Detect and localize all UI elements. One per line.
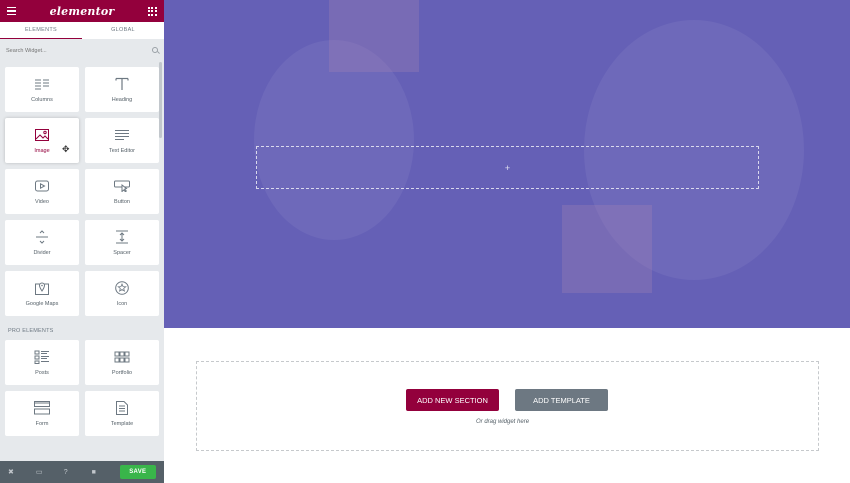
widget-image[interactable]: Image ✥ — [5, 118, 79, 163]
folder-icon[interactable]: ■ — [92, 469, 120, 476]
widget-spacer[interactable]: Spacer — [85, 220, 159, 265]
widget-google-maps[interactable]: Google Maps — [5, 271, 79, 316]
widget-label: Template — [110, 420, 134, 427]
widget-label: Spacer — [113, 249, 131, 256]
hero-section[interactable]: + — [164, 0, 850, 328]
widget-label: Portfolio — [111, 369, 133, 376]
divider-icon — [34, 229, 50, 244]
google-maps-icon — [34, 281, 50, 295]
widget-icon[interactable]: Icon — [85, 271, 159, 316]
plus-icon[interactable]: + — [505, 163, 510, 173]
image-icon — [34, 128, 50, 142]
tab-elements[interactable]: ELEMENTS — [0, 22, 82, 39]
widget-columns[interactable]: Columns — [5, 67, 79, 112]
widget-portfolio[interactable]: Portfolio — [85, 340, 159, 385]
widget-label: Posts — [35, 369, 49, 376]
help-icon[interactable]: ? — [64, 469, 92, 476]
elementor-panel: elementor ELEMENTS GLOBAL Columns Headin… — [0, 0, 164, 483]
widget-label: Icon — [116, 300, 128, 307]
widgets-grid-icon[interactable] — [147, 6, 157, 16]
widget-form[interactable]: Form — [5, 391, 79, 436]
button-icon — [114, 179, 130, 193]
drag-widget-hint: Or drag widget here — [476, 419, 530, 425]
tab-global[interactable]: GLOBAL — [82, 22, 164, 39]
widget-label: Google Maps — [25, 300, 59, 307]
star-icon — [114, 280, 130, 295]
panel-tabs: ELEMENTS GLOBAL — [0, 22, 164, 39]
panel-header: elementor — [0, 0, 164, 22]
widget-label: Video — [35, 198, 49, 205]
widget-label: Text Editor — [109, 147, 135, 154]
form-icon — [34, 400, 50, 415]
search-icon — [152, 47, 158, 53]
text-editor-icon — [114, 128, 130, 142]
move-cursor-icon: ✥ — [62, 144, 70, 154]
add-new-section-button[interactable]: ADD NEW SECTION — [406, 389, 499, 411]
add-section-area[interactable] — [196, 361, 819, 451]
widget-template[interactable]: Template — [85, 391, 159, 436]
widget-heading[interactable]: Heading — [85, 67, 159, 112]
panel-footer: ✖ ▭ ? ■ SAVE — [0, 461, 164, 483]
elementor-logo: elementor — [49, 4, 115, 18]
widget-label: Image — [34, 147, 50, 154]
close-icon[interactable]: ✖ — [8, 468, 36, 476]
widget-posts[interactable]: Posts — [5, 340, 79, 385]
widget-label: Columns — [31, 96, 53, 103]
pro-elements-heading: PRO ELEMENTS — [8, 328, 54, 334]
posts-icon — [34, 350, 50, 364]
widget-divider[interactable]: Divider — [5, 220, 79, 265]
widget-label: Form — [35, 420, 49, 427]
columns-icon — [34, 77, 50, 91]
widget-label: Heading — [111, 96, 133, 103]
video-icon — [34, 179, 50, 193]
menu-icon[interactable] — [7, 6, 16, 16]
spacer-icon — [114, 230, 130, 244]
heading-icon — [114, 77, 130, 91]
pro-widget-grid: Posts Portfolio Form Template — [0, 340, 164, 436]
background-photo-shape — [329, 0, 419, 72]
widget-video[interactable]: Video — [5, 169, 79, 214]
empty-column-dropzone[interactable]: + — [256, 146, 759, 189]
add-template-button[interactable]: ADD TEMPLATE — [515, 389, 608, 411]
responsive-desktop-icon[interactable]: ▭ — [36, 468, 64, 476]
widget-label: Button — [114, 198, 130, 205]
save-button[interactable]: SAVE — [119, 465, 157, 479]
portfolio-icon — [114, 350, 130, 364]
search-bar — [0, 39, 164, 63]
panel-scrollbar[interactable] — [159, 62, 162, 138]
background-photo-shape — [562, 205, 652, 293]
widget-label: Divider — [33, 249, 51, 256]
search-widget-input[interactable] — [6, 48, 146, 54]
widget-text-editor[interactable]: Text Editor — [85, 118, 159, 163]
widget-button[interactable]: Button — [85, 169, 159, 214]
widget-grid: Columns Heading Image ✥ Text Editor Vide… — [0, 63, 164, 316]
template-icon — [114, 400, 130, 415]
